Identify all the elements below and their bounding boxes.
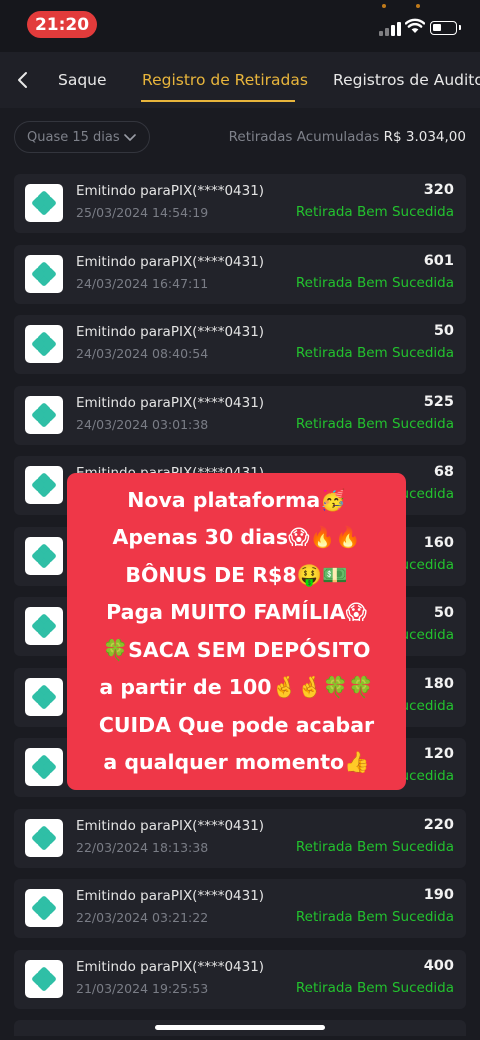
withdrawal-status: Retirada Bem Sucedida: [295, 274, 454, 291]
withdrawal-row[interactable]: Emitindo paraPIX(****0431) 25/03/2024 14…: [14, 174, 466, 233]
withdrawal-title: Emitindo paraPIX(****0431): [76, 324, 265, 340]
withdrawal-amount: 525: [423, 393, 454, 410]
pix-logo-icon: [25, 677, 63, 716]
withdrawal-title: Emitindo paraPIX(****0431): [76, 888, 265, 904]
pix-logo-icon: [25, 466, 63, 504]
withdrawal-datetime: 24/03/2024 03:01:38: [76, 416, 209, 432]
withdrawal-title: Emitindo paraPIX(****0431): [76, 253, 265, 270]
pix-logo-icon: [25, 325, 63, 363]
pix-logo-icon: [25, 254, 63, 293]
pix-logo-icon: [25, 184, 63, 222]
top-nav: Saque Registro de Retiradas Registros de…: [0, 52, 480, 108]
promo-line: a qualquer momento👍: [103, 750, 370, 774]
tab-saque[interactable]: Saque: [58, 71, 107, 89]
withdrawal-amount: 50: [433, 323, 454, 339]
home-indicator[interactable]: [155, 1025, 325, 1030]
promo-line: a partir de 100🤞🤞🍀🍀: [99, 675, 374, 699]
withdrawal-datetime: 24/03/2024 16:47:11: [76, 275, 209, 291]
pix-logo-icon: [25, 959, 63, 998]
withdrawal-title: Emitindo paraPIX(****0431): [76, 394, 265, 411]
accumulated-label: Retiradas Acumuladas: [228, 129, 380, 145]
withdrawal-title: Emitindo paraPIX(****0431): [76, 958, 265, 975]
withdrawal-amount: 160: [423, 534, 454, 551]
pix-logo-icon: [25, 748, 63, 786]
withdrawal-row[interactable]: Emitindo paraPIX(****0431) 24/03/2024 03…: [14, 385, 466, 445]
active-tab-indicator: [141, 100, 295, 102]
withdrawal-amount: 68: [433, 464, 454, 480]
promo-line: Nova plataforma🥳: [127, 487, 346, 512]
promo-overlay: Nova plataforma🥳 Apenas 30 dias😱🔥🔥 BÔNUS…: [67, 473, 406, 790]
withdrawal-amount: 120: [423, 746, 454, 762]
withdrawal-datetime: 22/03/2024 03:21:22: [76, 910, 209, 925]
signal-icon: [379, 20, 401, 36]
withdrawal-amount: 601: [423, 252, 454, 269]
battery-icon: [430, 21, 461, 35]
withdrawal-amount: 220: [423, 816, 454, 833]
date-range-dropdown[interactable]: Quase 15 dias: [14, 121, 150, 153]
promo-line: Apenas 30 dias😱🔥🔥: [112, 525, 361, 549]
withdrawal-datetime: 24/03/2024 08:40:54: [76, 346, 209, 361]
status-dots-icon: [382, 4, 422, 10]
pix-logo-icon: [25, 536, 63, 575]
withdrawal-title: Emitindo paraPIX(****0431): [76, 817, 265, 834]
withdrawal-amount: 400: [423, 957, 454, 974]
tab-registros-de-auditoria[interactable]: Registros de Auditoria: [333, 71, 480, 89]
withdrawal-amount: 320: [423, 182, 454, 198]
withdrawal-status: Retirada Bem Sucedida: [295, 415, 454, 432]
tab-registro-de-retiradas[interactable]: Registro de Retiradas: [142, 71, 308, 89]
withdrawal-status: Retirada Bem Sucedida: [295, 909, 454, 925]
withdrawal-status: Retirada Bem Sucedida: [295, 979, 454, 996]
withdrawal-amount: 180: [423, 675, 454, 692]
withdrawal-status: Retirada Bem Sucedida: [295, 838, 454, 855]
status-bar: 21:20: [0, 0, 480, 52]
accumulated-amount: R$ 3.034,00: [383, 129, 466, 145]
pix-logo-icon: [25, 395, 63, 434]
withdrawal-row[interactable]: Emitindo paraPIX(****0431) 24/03/2024 16…: [14, 244, 466, 304]
withdrawal-amount: 50: [433, 605, 454, 621]
status-time: 21:20: [27, 11, 97, 38]
pix-logo-icon: [25, 889, 63, 927]
withdrawal-datetime: 21/03/2024 19:25:53: [76, 980, 209, 996]
withdrawal-status: Retirada Bem Sucedida: [295, 204, 454, 220]
withdrawal-row[interactable]: Emitindo paraPIX(****0431) 24/03/2024 08…: [14, 315, 466, 374]
withdrawal-amount: 190: [423, 887, 454, 903]
back-arrow-icon[interactable]: [12, 69, 34, 91]
withdrawal-datetime: 25/03/2024 14:54:19: [76, 205, 209, 220]
accumulated-withdrawals: Retiradas Acumuladas R$ 3.034,00: [229, 129, 466, 145]
withdrawal-status: Retirada Bem Sucedida: [295, 345, 454, 361]
withdrawal-row[interactable]: Emitindo paraPIX(****0431) 22/03/2024 18…: [14, 808, 466, 868]
chevron-down-icon: [124, 134, 136, 141]
promo-line: BÔNUS DE R$8🤑💵: [125, 562, 348, 587]
withdrawal-datetime: 22/03/2024 18:13:38: [76, 839, 209, 855]
wifi-icon: [405, 18, 425, 33]
promo-line: Paga MUITO FAMÍLIA😱: [106, 600, 367, 624]
promo-line: CUIDA Que pode acabar: [98, 712, 375, 737]
withdrawal-row[interactable]: Emitindo paraPIX(****0431) 21/03/2024 19…: [14, 949, 466, 1009]
pix-logo-icon: [25, 607, 63, 645]
promo-line: 🍀SACA SEM DEPÓSITO: [102, 637, 371, 662]
withdrawal-row[interactable]: Emitindo paraPIX(****0431) 22/03/2024 03…: [14, 879, 466, 938]
date-range-label: Quase 15 dias: [27, 129, 120, 145]
pix-logo-icon: [25, 818, 63, 857]
withdrawal-title: Emitindo paraPIX(****0431): [76, 183, 265, 199]
